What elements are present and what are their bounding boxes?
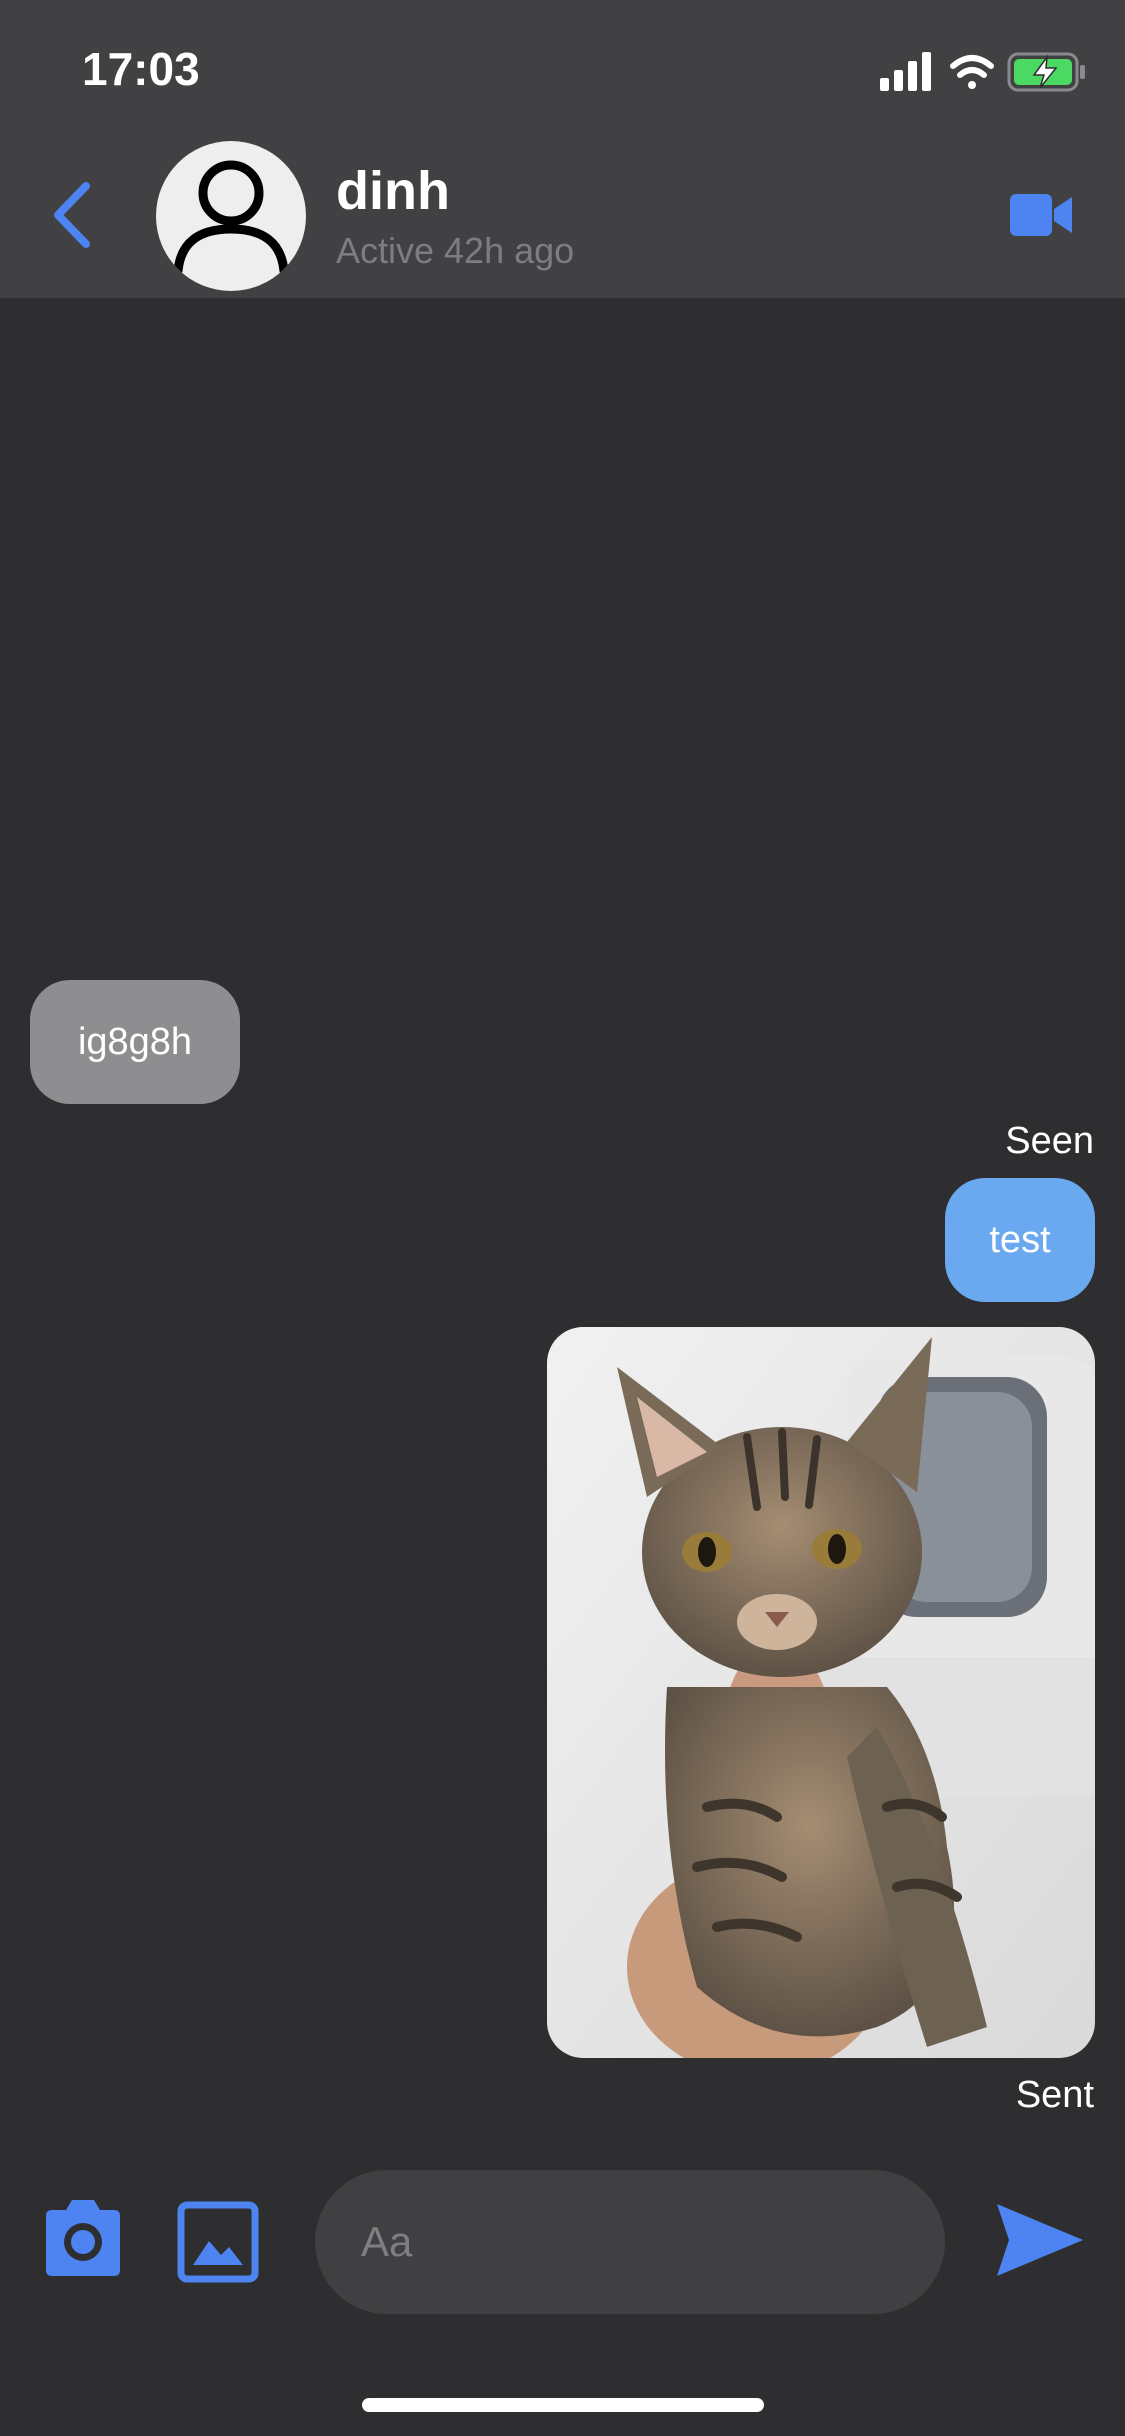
- video-camera-icon: [1010, 194, 1072, 236]
- send-icon: [997, 2204, 1083, 2276]
- battery-charging-icon: [1007, 52, 1085, 92]
- seen-status: Seen: [1005, 1120, 1094, 1162]
- chat-header: 17:03 dinh Active 42h ago: [0, 0, 1125, 298]
- contact-name[interactable]: dinh: [336, 160, 450, 222]
- image-icon: [177, 2201, 259, 2283]
- kitten-photo: [547, 1327, 1095, 2058]
- message-image[interactable]: [547, 1327, 1095, 2058]
- gallery-button[interactable]: [177, 2201, 259, 2283]
- message-bubble-outgoing[interactable]: test: [945, 1178, 1095, 1302]
- sent-status: Sent: [1015, 2074, 1094, 2116]
- status-icons: [880, 52, 1085, 92]
- status-time: 17:03: [82, 43, 200, 95]
- video-call-button[interactable]: [1010, 192, 1072, 238]
- wifi-icon: [950, 55, 994, 89]
- camera-button[interactable]: [38, 2196, 128, 2280]
- message-bubble-incoming[interactable]: ig8g8h: [30, 980, 240, 1104]
- home-indicator[interactable]: [362, 2398, 764, 2412]
- signal-icon: [880, 52, 931, 91]
- send-button[interactable]: [995, 2200, 1085, 2280]
- message-input[interactable]: [315, 2170, 945, 2314]
- contact-status: Active 42h ago: [336, 230, 575, 271]
- person-icon: [173, 160, 289, 276]
- avatar[interactable]: [156, 141, 306, 291]
- chevron-left-icon: [54, 182, 90, 248]
- camera-icon: [46, 2200, 120, 2276]
- back-button[interactable]: [44, 180, 100, 250]
